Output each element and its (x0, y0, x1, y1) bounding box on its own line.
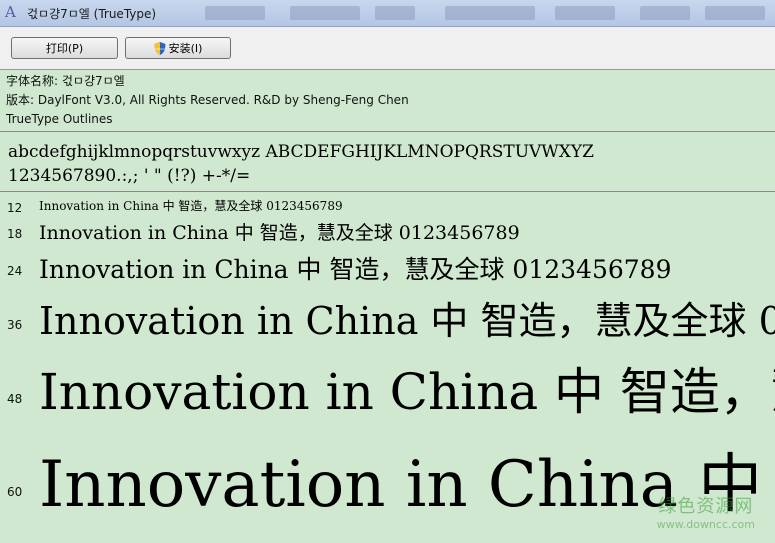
outline-type-line: TrueType Outlines (6, 112, 113, 126)
title-bar: A 걳ㅁ걍7ㅁ엘 (TrueType) (0, 0, 775, 27)
font-viewer-app-icon: A (5, 3, 16, 21)
background-tab (205, 6, 265, 20)
size-label: 24 (7, 264, 23, 278)
divider (0, 191, 775, 192)
watermark-url: www.downcc.com (656, 518, 755, 531)
font-info: 字体名称: 걳ㅁ걍7ㅁ엘 版本: DaylFont V3.0, All Righ… (6, 72, 409, 129)
charset-line-2: 1234567890.:,; ' " (!?) +-*/= (8, 166, 251, 186)
install-button-label: 安装(I) (168, 42, 203, 55)
sample-text: Innovation in China 中 智造，慧及全球 0123456789 (39, 363, 775, 421)
watermark-title: 绿色资源网 (658, 496, 754, 517)
background-tab (555, 6, 615, 20)
uac-shield-icon (154, 41, 166, 55)
charset-line-1: abcdefghijklmnopqrstuvwxyz ABCDEFGHIJKLM… (8, 142, 594, 162)
sample-text: Innovation in China 中 智造，慧及全球 0123456789 (39, 255, 672, 284)
background-tab (290, 6, 360, 20)
print-button-label: 打印(P) (45, 42, 84, 55)
site-watermark: 绿色资源网 www.downcc.com (657, 492, 755, 531)
print-button[interactable]: 打印(P) (11, 37, 118, 59)
version-line: 版本: DaylFont V3.0, All Rights Reserved. … (6, 93, 409, 107)
size-label: 60 (7, 485, 23, 499)
size-label: 12 (7, 201, 23, 215)
background-tab (375, 6, 415, 20)
sample-text: Innovation in China 中 智造，慧及全球 0123456789 (39, 222, 520, 244)
font-name-line: 字体名称: 걳ㅁ걍7ㅁ엘 (6, 74, 125, 88)
background-tab (640, 6, 690, 20)
sample-text: Innovation in China 中 智造，慧及全球 0123456789 (39, 299, 775, 343)
sample-text: Innovation in China 中 智造，慧及全球 0123456789 (39, 199, 343, 213)
size-label: 36 (7, 318, 23, 332)
background-tab (445, 6, 535, 20)
size-label: 48 (7, 392, 23, 406)
install-button[interactable]: 安装(I) (125, 37, 231, 59)
background-tab (705, 6, 765, 20)
window-title: 걳ㅁ걍7ㅁ엘 (TrueType) (27, 7, 157, 21)
size-label: 18 (7, 227, 23, 241)
divider (0, 131, 775, 132)
toolbar: 打印(P) 安装(I) (0, 27, 775, 70)
